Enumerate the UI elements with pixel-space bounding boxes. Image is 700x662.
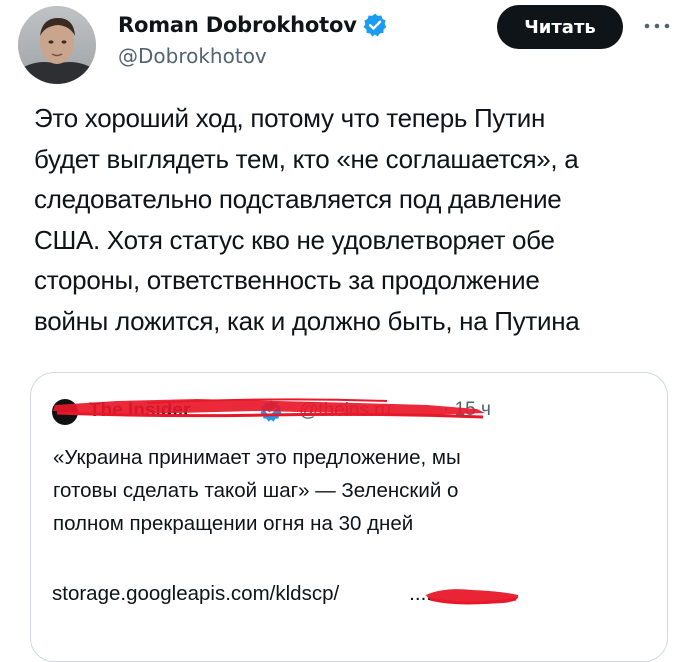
verified-badge-icon[interactable] [362,12,388,38]
display-name-row: Roman Dobrokhotov [118,8,388,42]
quoted-author-name[interactable]: The Insider [89,400,190,422]
quoted-verified-badge-icon [259,399,283,423]
tweet-header: Roman Dobrokhotov @Dobrokhotov Читать [0,0,700,90]
link-redaction-scribble [426,589,519,605]
more-options-icon[interactable] [636,8,678,44]
quoted-tweet-text: «Украина принимает это предложение, мы г… [53,446,461,535]
author-block: Roman Dobrokhotov @Dobrokhotov [118,8,388,68]
author-avatar[interactable] [18,6,96,84]
quoted-link-text[interactable]: storage.googleapis.com/kldscp/.... [52,582,432,606]
author-handle[interactable]: @Dobrokhotov [118,44,388,68]
quoted-link-url[interactable]: storage.googleapis.com/kldscp/ [52,582,339,605]
quoted-link[interactable]: storage.googleapis.com/kldscp/.... [52,579,572,613]
follow-button[interactable]: Читать [497,5,623,49]
tweet-text: Это хороший ход, потому что теперь Путин… [34,103,580,336]
quoted-tweet-card[interactable]: The Insider @theins.ru · 15 ч «Украина п… [30,372,668,662]
quoted-tweet-header: The Insider @theins.ru · 15 ч [47,391,647,431]
author-display-name[interactable]: Roman Dobrokhotov [118,13,357,37]
quoted-tweet-time[interactable]: · 15 ч [443,399,491,421]
quoted-author-avatar[interactable] [52,399,78,425]
quoted-author-handle[interactable]: @theins.ru [299,400,391,422]
